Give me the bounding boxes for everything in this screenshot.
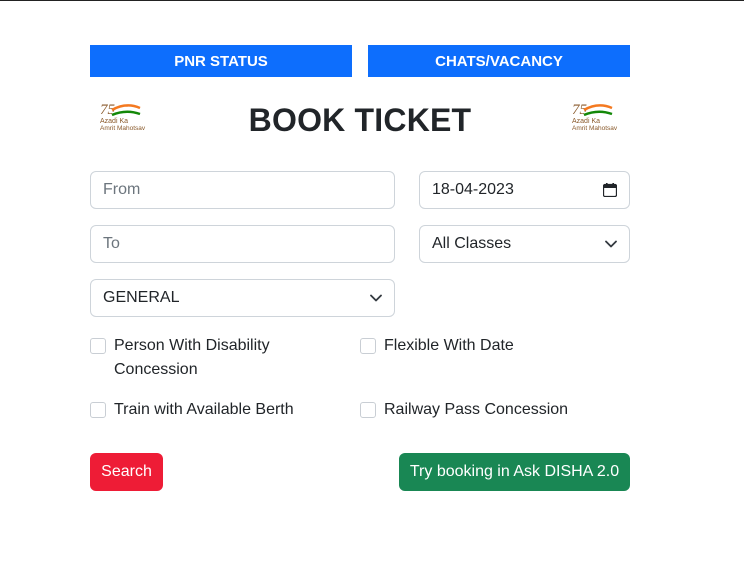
azadi-emblem-icon: 75 [100,102,141,118]
search-button[interactable]: Search [90,453,163,491]
to-input[interactable] [103,235,382,253]
disability-concession-label: Person With Disability Concession [114,334,270,382]
azadi-logo-right: 75 Azadi Ka Amrit Mahotsav [570,100,626,134]
flexible-date-checkbox[interactable] [360,338,376,354]
available-berth-label: Train with Available Berth [114,401,294,418]
logo-text-line2: Amrit Mahotsav [572,125,618,132]
railway-pass-option[interactable]: Railway Pass Concession [360,398,568,422]
from-input[interactable] [103,181,382,199]
logo-text-line1: Azadi Ka [100,118,129,125]
disability-label-line1: Person With Disability [114,337,270,354]
flexible-date-option[interactable]: Flexible With Date [360,334,514,358]
chevron-down-icon [605,240,617,248]
railway-pass-checkbox[interactable] [360,402,376,418]
disability-concession-option[interactable]: Person With Disability Concession [90,334,330,382]
disability-label-line2: Concession [114,361,198,378]
chevron-down-icon [370,294,382,302]
available-berth-option[interactable]: Train with Available Berth [90,398,294,422]
disability-concession-checkbox[interactable] [90,338,106,354]
pnr-status-button[interactable]: PNR STATUS [90,45,352,77]
from-field[interactable] [90,171,395,209]
ask-disha-button[interactable]: Try booking in Ask DISHA 2.0 [399,453,630,491]
flexible-date-label: Flexible With Date [384,337,514,354]
class-select[interactable]: All Classes [419,225,630,263]
calendar-icon[interactable] [603,183,617,197]
azadi-emblem-icon: 75 [572,102,613,118]
top-border [0,0,744,1]
logo-text-line2: Amrit Mahotsav [100,125,146,132]
chats-vacancy-button[interactable]: CHATS/VACANCY [368,45,630,77]
available-berth-checkbox[interactable] [90,402,106,418]
logo-text-line1: Azadi Ka [572,118,601,125]
railway-pass-label: Railway Pass Concession [384,401,569,418]
quota-select[interactable]: GENERAL [90,279,395,317]
quota-select-value: GENERAL [103,289,180,306]
azadi-logo-left: 75 Azadi Ka Amrit Mahotsav [98,100,154,134]
journey-date-value: 18-04-2023 [432,181,514,198]
to-field[interactable] [90,225,395,263]
journey-date-field[interactable]: 18-04-2023 [419,171,630,209]
page-title: BOOK TICKET [248,102,472,138]
class-select-value: All Classes [432,235,512,252]
